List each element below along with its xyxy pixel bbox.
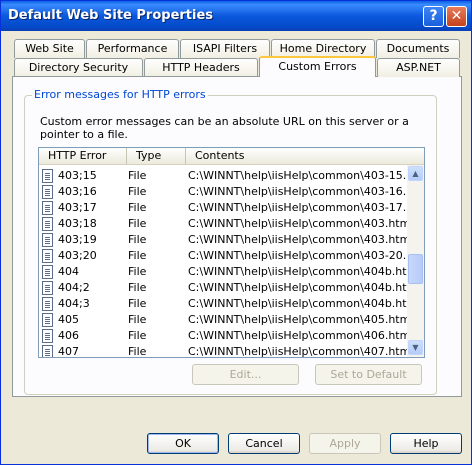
tab-documents[interactable]: Documents [376,39,460,58]
table-row[interactable]: 403;16 File C:\WINNT\help\iisHelp\common\4… [39,184,424,200]
table-row[interactable]: 406 File C:\WINNT\help\iisHelp\common\406.… [39,328,411,344]
column-header-http-error[interactable]: HTTP Error [39,148,127,165]
title-bar[interactable]: Default Web Site Properties ? ✕ [1,1,471,31]
tab-asp-net[interactable]: ASP.NET [377,58,460,77]
set-to-default-button[interactable]: Set to Default [315,364,422,385]
type-cell: File [128,345,147,358]
http-error-cell: 403;15 [58,169,97,182]
table-row[interactable]: 403;17 File C:\WINNT\help\iisHelp\common\4… [39,200,424,216]
type-cell: File [128,313,147,326]
contents-cell: C:\WINNT\help\iisHelp\common\405.htm [188,313,411,326]
scroll-thumb[interactable] [408,254,423,284]
tab-isapi-filters[interactable]: ISAPI Filters [180,39,270,58]
tab-custom-errors[interactable]: Custom Errors [259,56,376,77]
document-icon [42,169,53,183]
document-icon [42,281,53,295]
type-cell: File [128,169,147,182]
table-row[interactable]: 403;15 File C:\WINNT\help\iisHelp\common\4… [39,168,424,184]
contents-cell: C:\WINNT\help\iisHelp\common\403-17.htm [188,201,425,214]
http-error-cell: 404 [58,265,79,278]
scroll-up-icon[interactable]: ▲ [408,166,423,181]
contents-cell: C:\WINNT\help\iisHelp\common\403.htm [188,217,411,230]
ok-button[interactable]: OK [147,433,219,454]
http-error-cell: 407 [58,345,79,358]
contents-cell: C:\WINNT\help\iisHelp\common\403-16.htm [188,185,425,198]
window-title: Default Web Site Properties [8,8,214,23]
document-icon [42,217,53,231]
http-error-cell: 403;16 [58,185,97,198]
scroll-down-icon[interactable]: ▼ [408,340,423,355]
contents-cell: C:\WINNT\help\iisHelp\common\407.htm [188,345,411,358]
document-icon [42,313,53,327]
document-icon [42,201,53,215]
http-error-cell: 403;17 [58,201,97,214]
contents-cell: C:\WINNT\help\iisHelp\common\403-15.htm [188,169,425,182]
type-cell: File [128,249,147,262]
http-error-cell: 403;20 [58,249,97,262]
type-cell: File [128,281,147,294]
table-row[interactable]: 403;18 File C:\WINNT\help\iisHelp\common\4… [39,216,411,232]
type-cell: File [128,297,147,310]
type-cell: File [128,233,147,246]
document-icon [42,249,53,263]
group-label: Error messages for HTTP errors [32,88,208,101]
document-icon [42,233,53,247]
type-cell: File [128,265,147,278]
type-cell: File [128,185,147,198]
table-row[interactable]: 405 File C:\WINNT\help\iisHelp\common\405.… [39,312,411,328]
properties-dialog: Default Web Site Properties ? ✕ Web Site… [0,0,472,465]
group-description: Custom error messages can be an absolute… [40,115,409,141]
vertical-scrollbar[interactable]: ▲ ▼ [407,165,424,357]
table-row[interactable]: 404 File C:\WINNT\help\iisHelp\common\404b… [39,264,417,280]
http-error-cell: 404;2 [58,281,90,294]
edit-button[interactable]: Edit... [192,364,299,385]
tab-http-headers[interactable]: HTTP Headers [144,58,258,77]
close-icon[interactable]: ✕ [446,6,467,27]
document-icon [42,185,53,199]
column-header-type[interactable]: Type [127,148,186,165]
http-error-cell: 403;18 [58,217,97,230]
table-row[interactable]: 407 File C:\WINNT\help\iisHelp\common\407.… [39,344,411,358]
contents-cell: C:\WINNT\help\iisHelp\common\406.htm [188,329,411,342]
http-error-cell: 403;19 [58,233,97,246]
tab-web-site[interactable]: Web Site [14,39,85,58]
contents-cell: C:\WINNT\help\iisHelp\common\404b.htm [188,297,418,310]
document-icon [42,345,53,357]
document-icon [42,297,53,311]
http-errors-list[interactable]: HTTP Error Type Contents 403;15 File C:\WI… [38,147,425,358]
http-error-cell: 404;3 [58,297,90,310]
table-row[interactable]: 404;3 File C:\WINNT\help\iisHelp\common\40… [39,296,417,312]
contents-cell: C:\WINNT\help\iisHelp\common\404b.htm [188,281,418,294]
type-cell: File [128,217,147,230]
type-cell: File [128,329,147,342]
table-row[interactable]: 404;2 File C:\WINNT\help\iisHelp\common\40… [39,280,417,296]
document-icon [42,265,53,279]
table-row[interactable]: 403;19 File C:\WINNT\help\iisHelp\common\4… [39,232,411,248]
cancel-button[interactable]: Cancel [228,433,300,454]
type-cell: File [128,201,147,214]
help-button[interactable]: Help [390,433,462,454]
table-row[interactable]: 403;20 File C:\WINNT\help\iisHelp\common\4… [39,248,424,264]
contents-cell: C:\WINNT\help\iisHelp\common\404b.htm [188,265,418,278]
document-icon [42,329,53,343]
contents-cell: C:\WINNT\help\iisHelp\common\403-20.htm [188,249,425,262]
contents-cell: C:\WINNT\help\iisHelp\common\403.htm [188,233,411,246]
column-header-contents[interactable]: Contents [186,148,424,165]
tab-performance[interactable]: Performance [86,39,179,58]
http-error-cell: 406 [58,329,79,342]
help-icon[interactable]: ? [423,6,444,27]
tab-directory-security[interactable]: Directory Security [14,58,143,77]
apply-button[interactable]: Apply [309,433,381,454]
http-error-cell: 405 [58,313,79,326]
